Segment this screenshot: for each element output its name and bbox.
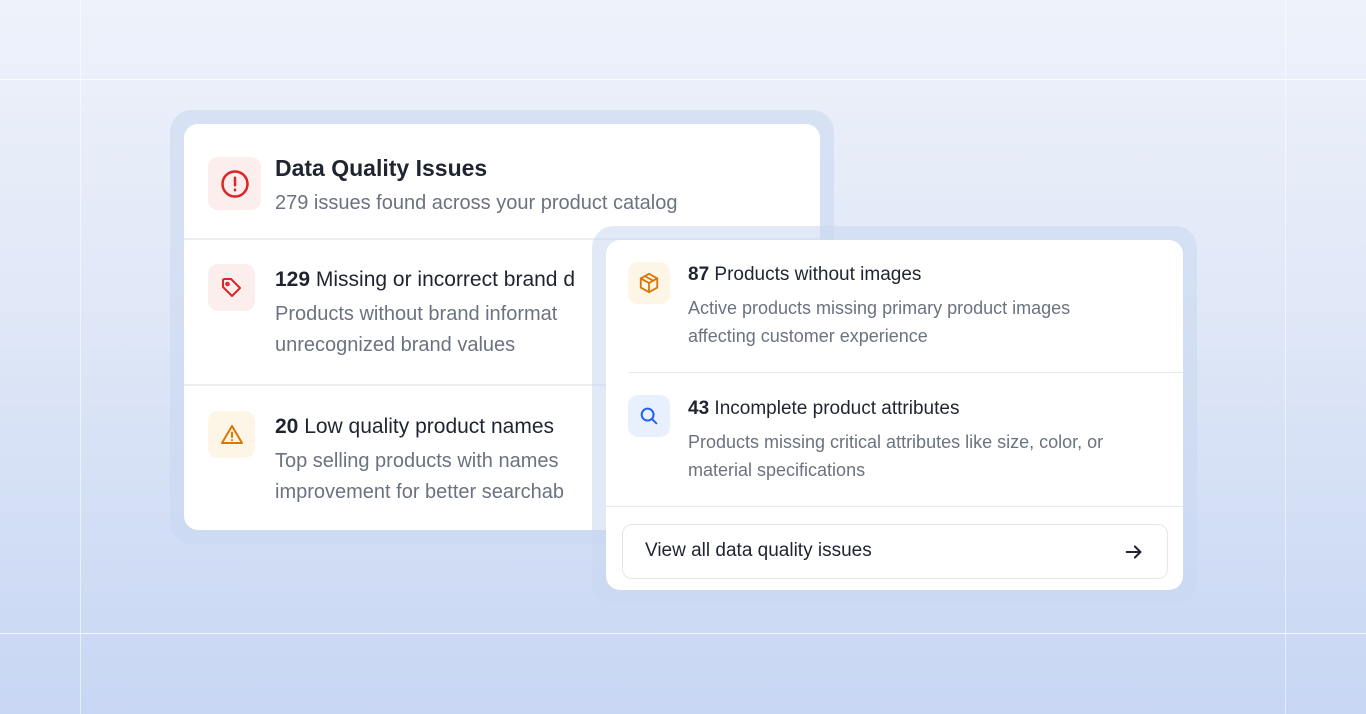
search-icon-box <box>628 395 670 437</box>
issue-description-line: material specifications <box>688 460 866 480</box>
issue-description-line: Products without brand informat <box>275 303 558 325</box>
issue-label: Incomplete product attributes <box>714 398 960 419</box>
issue-count: 129 <box>275 268 311 291</box>
package-icon-box <box>628 262 670 304</box>
alert-icon-box <box>208 157 261 210</box>
issue-description-line: Products missing critical attributes lik… <box>688 432 1104 452</box>
summary-header: Data Quality Issues 279 issues found acr… <box>184 124 820 238</box>
detail-card: 87 Products without images Active produc… <box>606 240 1183 590</box>
issue-count: 20 <box>275 415 299 438</box>
search-icon <box>640 407 658 425</box>
issue-description: Active products missing primary product … <box>688 294 1070 350</box>
background-gridline <box>0 633 1366 634</box>
issue-item-images[interactable]: 87 Products without images Active produc… <box>606 240 1183 372</box>
issue-count: 87 <box>688 264 710 285</box>
issue-label: Low quality product names <box>304 415 555 438</box>
issue-description-line: Active products missing primary product … <box>688 298 1071 318</box>
tag-icon <box>221 277 241 297</box>
tag-icon-box <box>208 264 255 311</box>
issue-label: Missing or incorrect brand d <box>315 268 575 291</box>
warning-icon-box <box>208 411 255 458</box>
arrow-right-icon <box>1125 545 1142 559</box>
issue-description-line: affecting customer experience <box>688 326 928 346</box>
view-all-button[interactable]: View all data quality issues <box>622 524 1168 579</box>
issue-title: 129 Missing or incorrect brand d <box>275 268 575 292</box>
issue-title: 87 Products without images <box>688 264 921 286</box>
issue-label: Products without images <box>714 264 922 285</box>
issue-count: 43 <box>688 398 710 419</box>
issue-description-line: improvement for better searchab <box>275 481 565 503</box>
issue-title: 43 Incomplete product attributes <box>688 398 959 420</box>
issue-description: Top selling products with names improvem… <box>275 446 564 508</box>
issue-title: 20 Low quality product names <box>275 415 554 439</box>
summary-title: Data Quality Issues <box>275 155 488 181</box>
warning-triangle-icon <box>220 424 243 444</box>
issue-description-line: Top selling products with names <box>275 450 559 472</box>
alert-circle-icon <box>220 169 249 198</box>
issue-description: Products missing critical attributes lik… <box>688 428 1103 484</box>
issue-description-line: unrecognized brand values <box>275 334 516 356</box>
package-icon <box>639 272 659 294</box>
issue-description: Products without brand informat unrecogn… <box>275 299 557 361</box>
summary-subtitle: 279 issues found across your product cat… <box>275 192 678 214</box>
issue-item-attributes[interactable]: 43 Incomplete product attributes Product… <box>606 373 1183 506</box>
background-gridline <box>0 79 1366 80</box>
divider <box>606 506 1183 507</box>
view-all-label: View all data quality issues <box>645 540 872 561</box>
background-gridline <box>1285 0 1286 714</box>
background-gridline <box>80 0 81 714</box>
